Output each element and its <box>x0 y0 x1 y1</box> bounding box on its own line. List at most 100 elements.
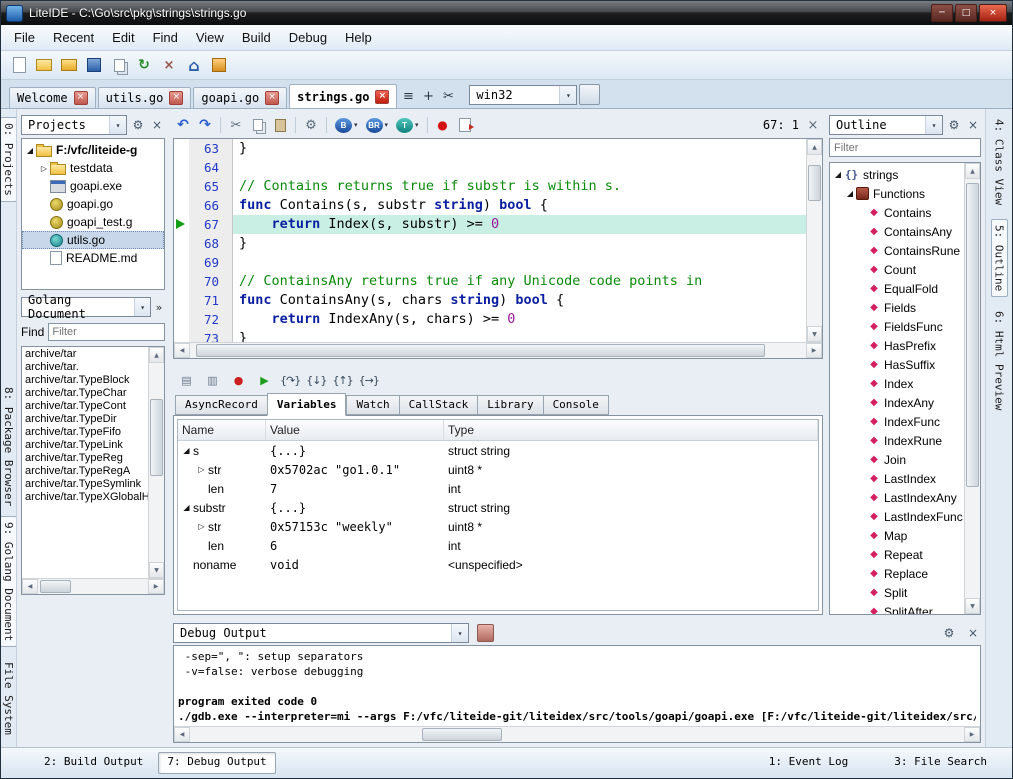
close-file-icon[interactable] <box>159 55 179 75</box>
debug-tab-variables[interactable]: Variables <box>267 393 347 416</box>
sidebar-button-8-package-browser[interactable]: 8: Package Browser <box>1 382 16 511</box>
debug-tab-asyncrecord[interactable]: AsyncRecord <box>175 395 267 415</box>
open-arrow-icon[interactable]: ◢ <box>180 503 193 512</box>
export-icon[interactable] <box>455 115 475 135</box>
outline-view-combo[interactable]: Outline ▾ <box>829 115 943 135</box>
scroll-left-icon[interactable]: ◀ <box>174 727 190 742</box>
outline-item-replace[interactable]: ◆Replace <box>830 564 964 583</box>
code-line[interactable]: 66func Contains(s, substr string) bool { <box>174 196 806 215</box>
scroll-up-icon[interactable]: ▲ <box>807 139 822 155</box>
scroll-up-icon[interactable]: ▲ <box>149 347 164 363</box>
doc-list-item[interactable]: archive/tar.TypeLink <box>22 439 148 452</box>
golang-document-combo[interactable]: Golang Document ▾ <box>21 297 151 317</box>
tab-close-icon[interactable]: × <box>74 91 88 105</box>
doc-list-item[interactable]: archive/tar.TypeChar <box>22 387 148 400</box>
editor-vscrollbar[interactable]: ▲ ▼ <box>806 139 822 342</box>
scroll-right-icon[interactable]: ▶ <box>148 579 164 594</box>
menu-item-recent[interactable]: Recent <box>44 27 103 48</box>
sidebar-button-4-class-view[interactable]: 4: Class View <box>992 114 1007 210</box>
code-line[interactable]: 64 <box>174 158 806 177</box>
code-line[interactable]: 72 return IndexAny(s, chars) >= 0 <box>174 310 806 329</box>
closed-arrow-icon[interactable]: ▷ <box>195 465 208 474</box>
outline-item-splitafter[interactable]: ◆SplitAfter <box>830 602 964 614</box>
overflow-chevron-icon[interactable]: » <box>153 301 165 314</box>
project-item-goapi-exe[interactable]: goapi.exe <box>22 177 164 195</box>
doc-list-vscrollbar[interactable]: ▲ ▼ <box>148 347 164 578</box>
scrollbar-thumb[interactable] <box>196 344 765 357</box>
menu-item-debug[interactable]: Debug <box>280 27 336 48</box>
outline-item-hassuffix[interactable]: ◆HasSuffix <box>830 355 964 374</box>
run-to-cursor-icon[interactable]: {→} <box>358 370 380 390</box>
code-line[interactable]: 63} <box>174 139 806 158</box>
maximize-button[interactable]: □ <box>955 4 977 22</box>
code-line[interactable]: 68} <box>174 234 806 253</box>
debug-tab-watch[interactable]: Watch <box>346 395 398 415</box>
undo-icon[interactable]: ↶ <box>173 115 193 135</box>
outline-item-repeat[interactable]: ◆Repeat <box>830 545 964 564</box>
cut-icon[interactable]: ✂ <box>226 115 246 135</box>
step-over-icon[interactable]: {↷} <box>279 370 301 390</box>
variable-row[interactable]: ◢s{...}struct string <box>178 441 818 460</box>
save-session-icon[interactable]: ▥ <box>201 370 223 390</box>
output-hscrollbar[interactable]: ◀ ▶ <box>174 726 980 742</box>
editor-hscrollbar[interactable]: ◀ ▶ <box>174 342 822 358</box>
tab-close-icon[interactable]: × <box>265 91 279 105</box>
code-line[interactable]: 65// Contains returns true if substr is … <box>174 177 806 196</box>
open-file-icon[interactable] <box>34 55 54 75</box>
project-item-readme-md[interactable]: README.md <box>22 249 164 267</box>
tab-welcome[interactable]: Welcome× <box>9 87 96 108</box>
doc-list-item[interactable]: archive/tar.TypeXGlobalHeader <box>22 491 148 504</box>
doc-list-item[interactable]: archive/tar.TypeDir <box>22 413 148 426</box>
target-settings-button[interactable] <box>579 84 600 105</box>
build-menu-button[interactable]: B ▾ <box>332 115 361 135</box>
outline-item-join[interactable]: ◆Join <box>830 450 964 469</box>
outline-item-containsrune[interactable]: ◆ContainsRune <box>830 241 964 260</box>
doc-list-item[interactable]: archive/tar.TypeRegA <box>22 465 148 478</box>
clear-output-icon[interactable] <box>477 624 494 642</box>
outline-item-lastindex[interactable]: ◆LastIndex <box>830 469 964 488</box>
project-item-goapi-go[interactable]: goapi.go <box>22 195 164 213</box>
reload-file-icon[interactable] <box>134 55 154 75</box>
outline-item-fieldsfunc[interactable]: ◆FieldsFunc <box>830 317 964 336</box>
open-arrow-icon[interactable]: ◢ <box>844 189 856 198</box>
split-editor-icon[interactable]: + <box>419 86 437 106</box>
debug-tab-callstack[interactable]: CallStack <box>399 395 478 415</box>
outline-item-equalfold[interactable]: ◆EqualFold <box>830 279 964 298</box>
step-out-icon[interactable]: {↑} <box>331 370 353 390</box>
outline-item-fields[interactable]: ◆Fields <box>830 298 964 317</box>
scroll-right-icon[interactable]: ▶ <box>806 343 822 358</box>
projects-close-icon[interactable]: × <box>149 117 165 133</box>
outline-item-contains[interactable]: ◆Contains <box>830 203 964 222</box>
debug-tab-library[interactable]: Library <box>477 395 542 415</box>
minimize-button[interactable]: ─ <box>931 4 953 22</box>
variable-row[interactable]: ▷str0x5702ac "go1.0.1"uint8 * <box>178 460 818 479</box>
outline-filter-input[interactable] <box>829 138 981 157</box>
scrollbar-thumb[interactable] <box>40 580 71 593</box>
column-header-type[interactable]: Type <box>444 420 818 440</box>
open-arrow-icon[interactable]: ◢ <box>24 146 36 155</box>
menu-item-find[interactable]: Find <box>144 27 187 48</box>
closed-arrow-icon[interactable]: ▷ <box>38 164 50 173</box>
scrollbar-thumb[interactable] <box>422 728 501 741</box>
new-file-icon[interactable] <box>9 55 29 75</box>
outline-item-index[interactable]: ◆Index <box>830 374 964 393</box>
menu-item-view[interactable]: View <box>187 27 233 48</box>
menu-item-build[interactable]: Build <box>233 27 280 48</box>
home-icon[interactable] <box>184 55 204 75</box>
scroll-down-icon[interactable]: ▼ <box>965 598 980 614</box>
outline-vscrollbar[interactable]: ▲ ▼ <box>964 163 980 614</box>
doc-list-item[interactable]: archive/tar. <box>22 361 148 374</box>
doc-filter-input[interactable] <box>48 323 165 341</box>
output-close-icon[interactable]: × <box>965 625 981 641</box>
redo-icon[interactable]: ↷ <box>195 115 215 135</box>
paste-icon[interactable] <box>270 115 290 135</box>
outline-item-indexany[interactable]: ◆IndexAny <box>830 393 964 412</box>
doc-list-item[interactable]: archive/tar.TypeSymlink <box>22 478 148 491</box>
sidebar-button-9-golang-document[interactable]: 9: Golang Document <box>1 516 17 647</box>
outline-item-lastindexany[interactable]: ◆LastIndexAny <box>830 488 964 507</box>
menu-item-help[interactable]: Help <box>336 27 381 48</box>
scroll-right-icon[interactable]: ▶ <box>964 727 980 742</box>
build-config-icon[interactable] <box>209 55 229 75</box>
outline-item-indexrune[interactable]: ◆IndexRune <box>830 431 964 450</box>
continue-debug-icon[interactable]: ▶ <box>253 370 275 390</box>
